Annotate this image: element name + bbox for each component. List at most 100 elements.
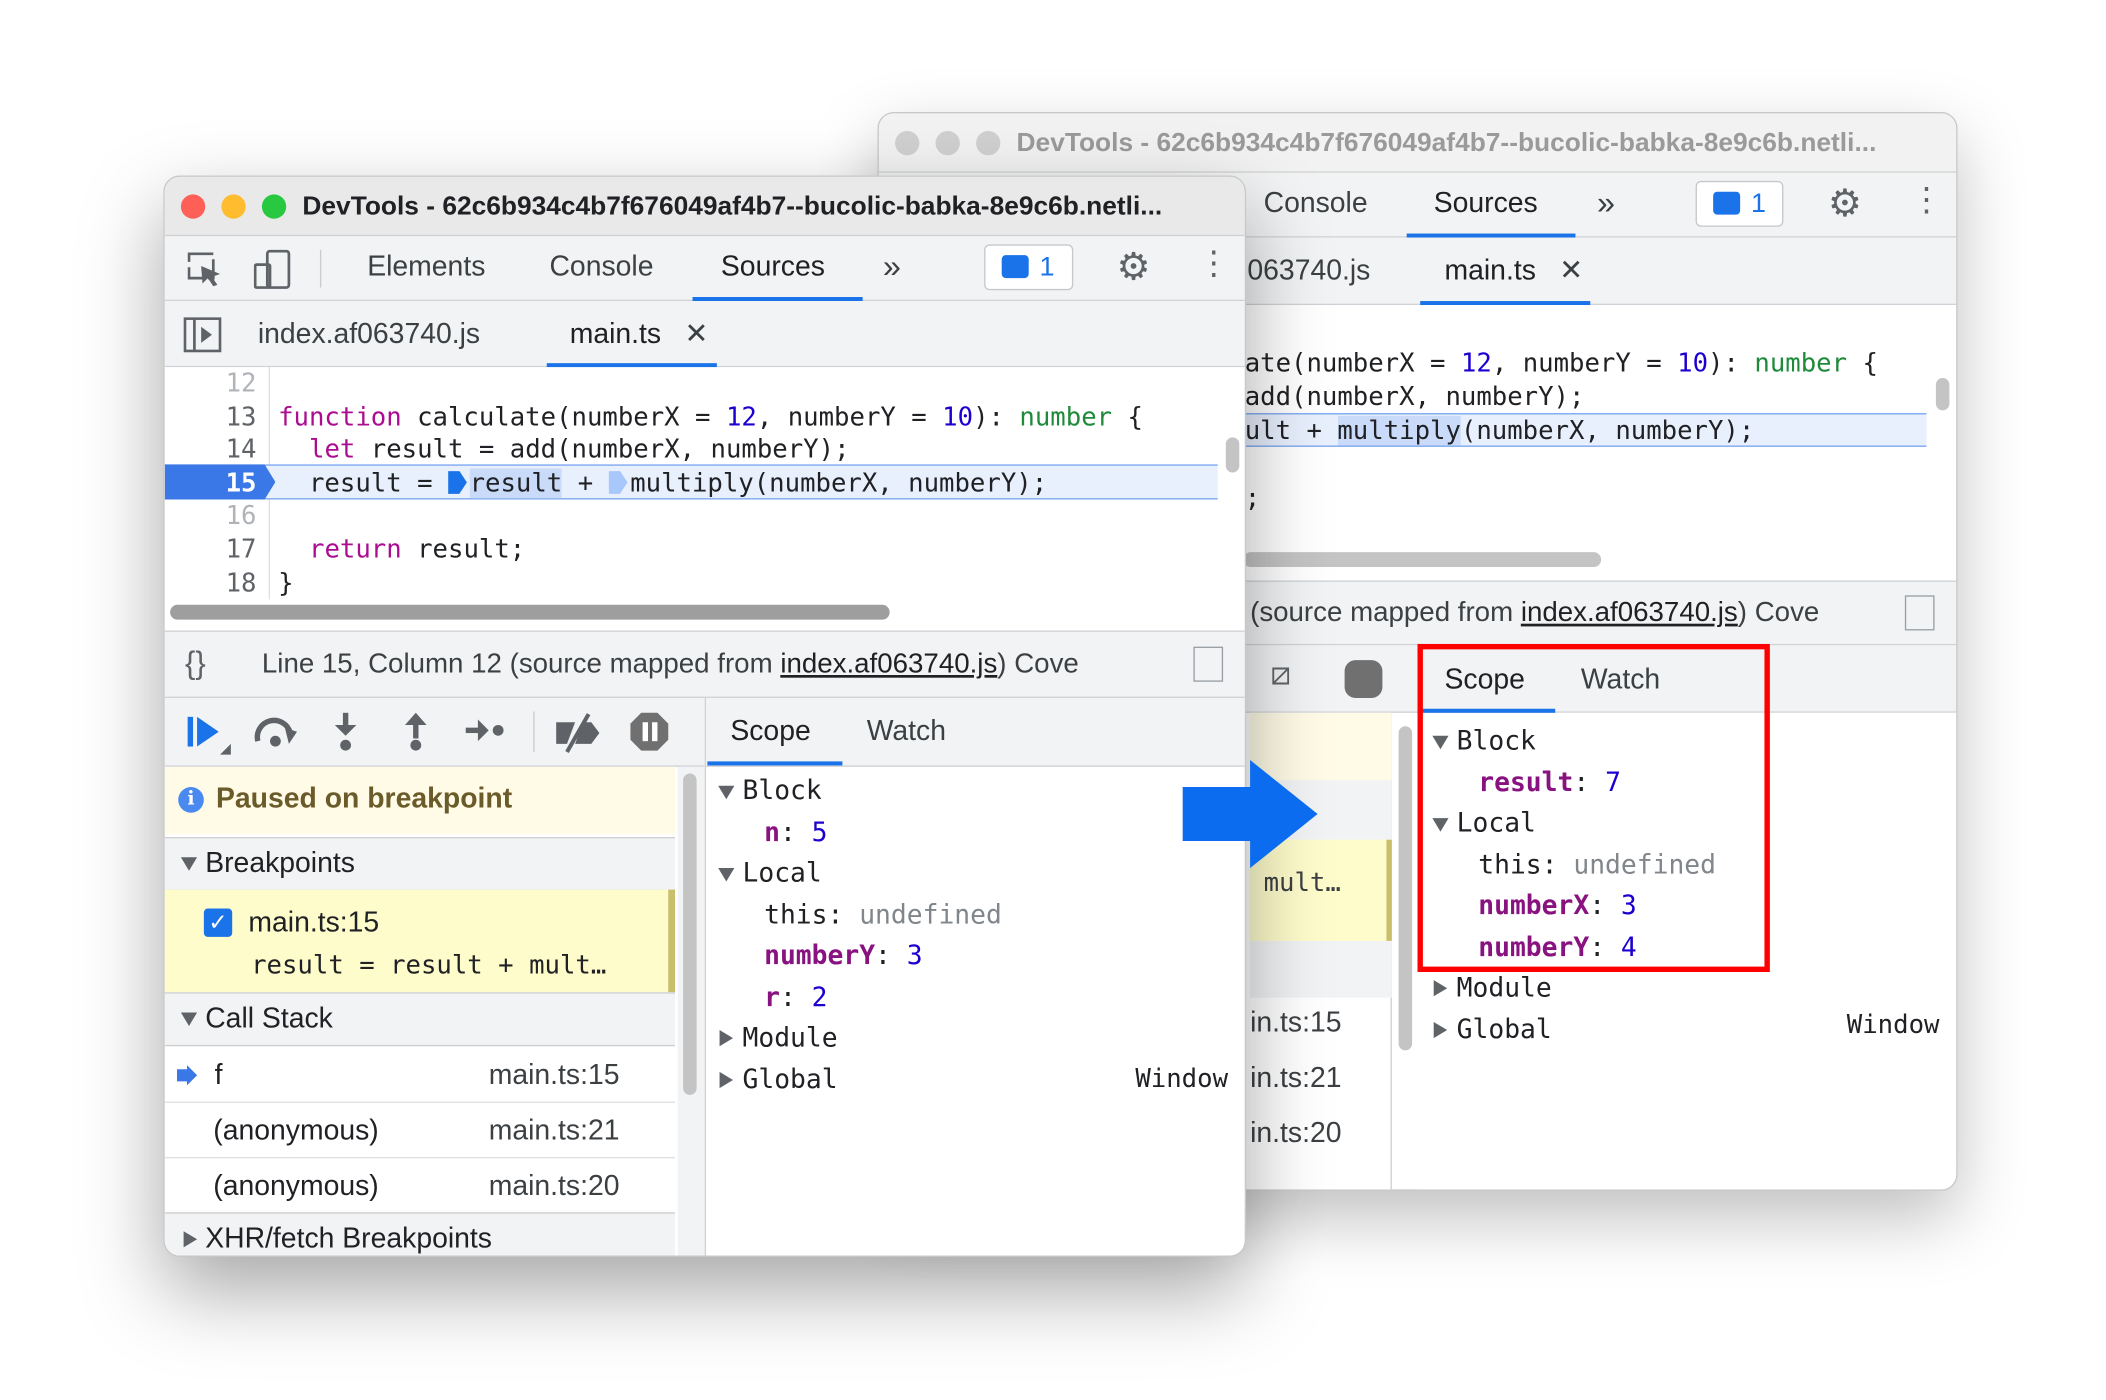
frame-location: main.ts:15: [488, 1059, 620, 1091]
frame-name: f: [214, 1059, 223, 1091]
vertical-scrollbar[interactable]: [1225, 437, 1240, 473]
tab-sources[interactable]: Sources: [1434, 188, 1538, 220]
issues-badge[interactable]: 1: [984, 244, 1074, 291]
file-tab-index-js[interactable]: index.af063740.js: [258, 319, 480, 351]
file-tab-main-ts[interactable]: main.ts: [570, 319, 661, 351]
scope-variable[interactable]: this: undefined: [764, 894, 1002, 935]
step-over-icon[interactable]: [252, 714, 301, 749]
breakpoint-item[interactable]: ✓ main.ts:15 result = result + mult…: [164, 889, 675, 993]
call-frame[interactable]: f main.ts:15: [164, 1048, 675, 1103]
code-token: 10: [1677, 348, 1709, 378]
call-frame-location[interactable]: in.ts:15: [1250, 1007, 1341, 1039]
line-number[interactable]: 12: [165, 367, 257, 400]
scope-block[interactable]: Block: [718, 771, 822, 812]
scope-variable[interactable]: numberY: 3: [764, 936, 923, 977]
code-text: add(numberX, numberY);: [1245, 381, 1585, 415]
line-number[interactable]: 18: [165, 566, 257, 599]
call-frame[interactable]: (anonymous) main.ts:21: [164, 1103, 675, 1159]
global-value: Window: [1846, 1009, 1940, 1040]
breakpoint-code: result = result + mult…: [251, 950, 607, 981]
tab-elements[interactable]: Elements: [367, 251, 485, 283]
tab-console[interactable]: Console: [549, 251, 653, 283]
deactivate-breakpoints-icon[interactable]: [554, 711, 603, 754]
paused-message: Paused on breakpoint: [216, 783, 513, 815]
scope-global[interactable]: Global: [718, 1059, 838, 1100]
close-tab-icon[interactable]: ✕: [1559, 254, 1583, 288]
source-map-link[interactable]: index.af063740.js: [780, 648, 997, 679]
tab-console[interactable]: Console: [1264, 188, 1368, 220]
line-number[interactable]: 15: [165, 467, 257, 500]
step-out-icon[interactable]: [402, 711, 429, 752]
source-map-link[interactable]: index.af063740.js: [1521, 597, 1738, 628]
line-number[interactable]: 13: [165, 400, 257, 433]
file-tab-main-ts[interactable]: main.ts: [1445, 255, 1536, 287]
scope-module[interactable]: Module: [1432, 968, 1552, 1009]
file-tab-index-js[interactable]: 063740.js: [1247, 255, 1370, 287]
pause-on-exceptions-icon[interactable]: [629, 711, 670, 752]
scope-variable[interactable]: n: 5: [764, 812, 827, 853]
tab-sources[interactable]: Sources: [721, 251, 825, 283]
minimize-window-button[interactable]: [935, 130, 960, 156]
horizontal-scrollbar[interactable]: [170, 604, 890, 620]
toggle-navigator-icon[interactable]: [183, 317, 222, 353]
inline-breakpoint-icon[interactable]: [608, 470, 628, 494]
tab-watch[interactable]: Watch: [867, 716, 946, 748]
more-options-icon[interactable]: ⋮: [1197, 244, 1229, 283]
breakpoints-section-header[interactable]: Breakpoints: [164, 837, 675, 891]
close-window-button[interactable]: [895, 130, 920, 156]
scope-local[interactable]: Local: [718, 853, 822, 894]
more-tabs-button[interactable]: »: [1597, 185, 1615, 223]
vertical-scrollbar[interactable]: [1935, 378, 1950, 411]
call-stack-section-header[interactable]: Call Stack: [164, 992, 675, 1047]
scope-label: Global: [742, 1063, 838, 1095]
pause-on-exceptions-icon[interactable]: [1344, 660, 1383, 698]
minimize-window-button[interactable]: [221, 194, 246, 219]
more-tabs-button[interactable]: »: [883, 248, 901, 286]
code-token: {: [1112, 401, 1143, 432]
settings-gear-icon[interactable]: ⚙: [1828, 181, 1862, 226]
scope-module[interactable]: Module: [718, 1018, 838, 1059]
issues-count: 1: [1039, 252, 1055, 283]
xhr-breakpoints-section-header[interactable]: XHR/fetch Breakpoints: [164, 1212, 675, 1256]
line-number[interactable]: 14: [165, 434, 257, 467]
code-token: number: [1019, 401, 1113, 432]
call-frame-location[interactable]: in.ts:21: [1250, 1062, 1341, 1094]
step-icon[interactable]: [464, 717, 505, 744]
coverage-toggle-icon[interactable]: [1193, 646, 1224, 682]
horizontal-scrollbar[interactable]: [1243, 552, 1602, 567]
scope-global[interactable]: Global: [1432, 1009, 1552, 1050]
paused-banner: i Paused on breakpoint: [164, 766, 675, 835]
tab-scope[interactable]: Scope: [730, 716, 810, 748]
maximize-window-button[interactable]: [261, 194, 287, 219]
section-label: Call Stack: [205, 1003, 333, 1035]
arrow-right-icon: [1182, 760, 1318, 869]
scope-variable[interactable]: r: 2: [764, 977, 827, 1018]
device-toolbar-icon[interactable]: [253, 249, 292, 291]
settings-gear-icon[interactable]: ⚙: [1116, 244, 1150, 289]
deactivate-breakpoints-icon[interactable]: ⧄: [1270, 656, 1291, 694]
issues-badge[interactable]: 1: [1695, 180, 1784, 227]
code-token: ult +: [1244, 415, 1338, 446]
inline-breakpoint-icon[interactable]: [447, 470, 467, 494]
close-tab-icon[interactable]: ✕: [684, 317, 708, 351]
step-into-icon[interactable]: [332, 711, 359, 752]
line-number[interactable]: 16: [165, 500, 257, 533]
sidebar-scrollbar[interactable]: [1398, 726, 1413, 1051]
code-token: 12: [1460, 348, 1492, 378]
coverage-toggle-icon[interactable]: [1904, 595, 1935, 631]
breakpoint-checkbox[interactable]: ✓: [203, 908, 233, 937]
close-window-button[interactable]: [180, 194, 206, 219]
line-number[interactable]: 17: [165, 533, 257, 566]
code-token: return: [309, 534, 402, 565]
pretty-print-icon[interactable]: {}: [185, 645, 206, 681]
sidebar-scrollbar[interactable]: [683, 773, 697, 1095]
call-frame-location[interactable]: in.ts:20: [1250, 1118, 1341, 1150]
call-frame[interactable]: (anonymous) main.ts:20: [164, 1158, 675, 1214]
code-editor[interactable]: 12 13 function calculate(numberX = 12, num…: [164, 367, 1245, 631]
more-options-icon[interactable]: ⋮: [1910, 181, 1942, 220]
inspect-element-icon[interactable]: [187, 252, 223, 287]
resume-icon[interactable]: [185, 714, 234, 757]
code-text: return result;: [278, 533, 525, 566]
maximize-window-button[interactable]: [976, 130, 1001, 156]
